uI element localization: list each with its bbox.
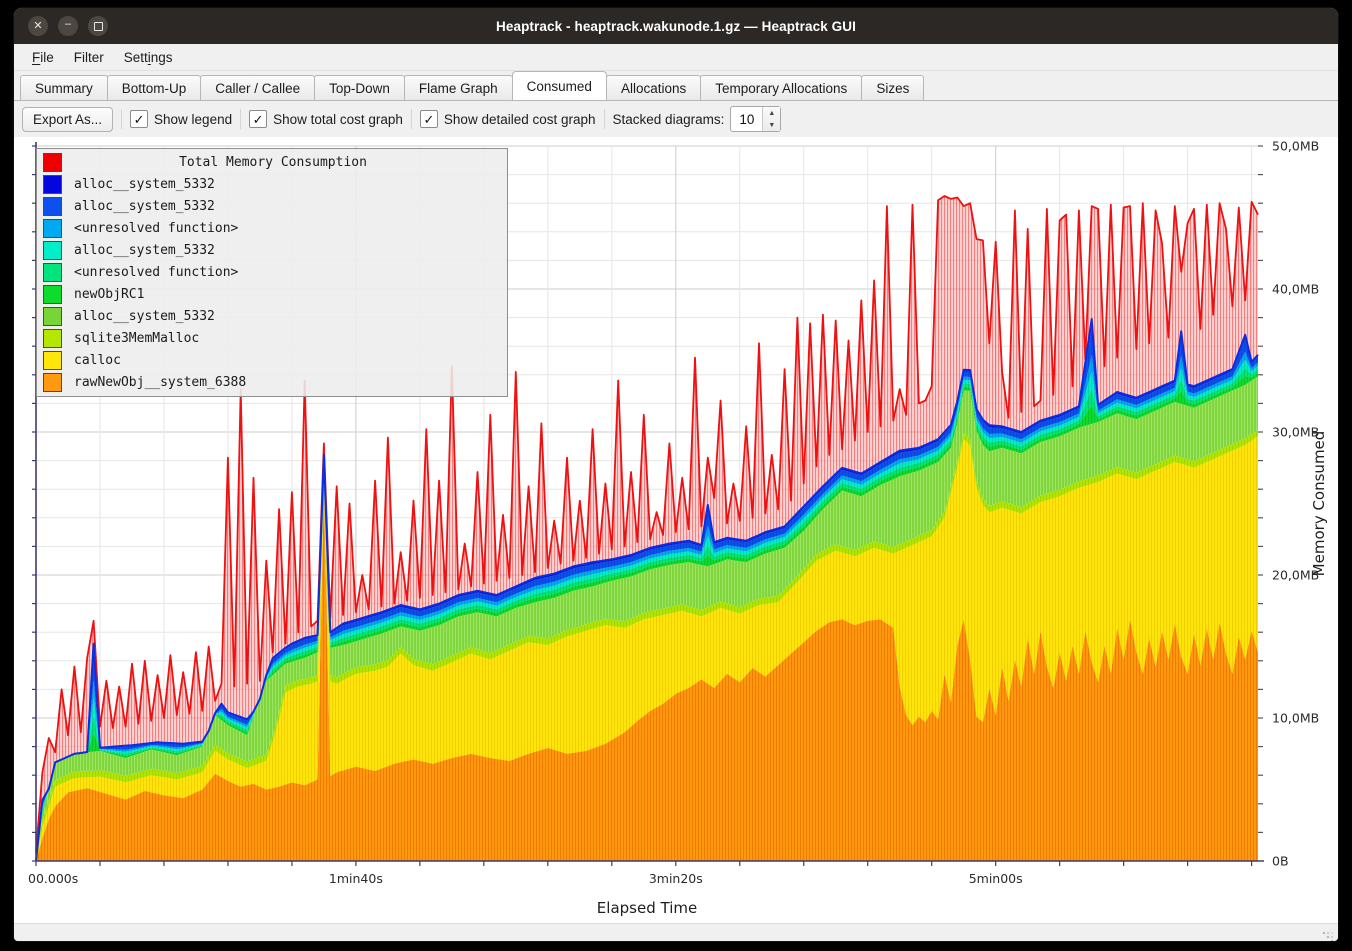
legend-label: <unresolved function> — [74, 265, 238, 280]
legend-item: <unresolved function> — [37, 261, 507, 283]
legend-item: alloc__system_5332 — [37, 239, 507, 261]
checkbox-checked-icon[interactable]: ✓ — [420, 110, 438, 128]
y-axis-title: Memory Consumed — [1310, 431, 1328, 577]
legend-title-row: Total Memory Consumption — [37, 151, 507, 173]
app-window: ✕ – Heaptrack - heaptrack.wakunode.1.gz … — [14, 8, 1338, 941]
legend-swatch-icon — [43, 219, 62, 238]
legend-label: rawNewObj__system_6388 — [74, 375, 246, 390]
minimize-glyph: – — [65, 19, 71, 30]
tab-bar: Summary Bottom-Up Caller / Callee Top-Do… — [14, 71, 1338, 101]
show-legend-checkbox[interactable]: ✓ Show legend — [130, 110, 232, 128]
show-legend-label: Show legend — [154, 112, 232, 127]
legend-label: newObjRC1 — [74, 287, 144, 302]
title-bar[interactable]: ✕ – Heaptrack - heaptrack.wakunode.1.gz … — [14, 8, 1338, 44]
legend-swatch-icon — [43, 351, 62, 370]
window-title: Heaptrack - heaptrack.wakunode.1.gz — He… — [14, 19, 1338, 34]
checkbox-checked-icon[interactable]: ✓ — [130, 110, 148, 128]
maximize-icon[interactable] — [88, 16, 108, 36]
status-bar — [14, 923, 1338, 941]
resize-grip-icon[interactable] — [1322, 931, 1334, 941]
legend-item: rawNewObj__system_6388 — [37, 371, 507, 393]
export-as-button[interactable]: Export As... — [22, 107, 113, 132]
spin-down-icon[interactable]: ▼ — [763, 119, 780, 131]
tab-top-down[interactable]: Top-Down — [314, 75, 405, 100]
legend-label: calloc — [74, 353, 121, 368]
y-tick-label: 0B — [1272, 854, 1289, 869]
tab-consumed[interactable]: Consumed — [512, 71, 607, 100]
legend-swatch-icon — [43, 263, 62, 282]
show-total-cost-checkbox[interactable]: ✓ Show total cost graph — [249, 110, 403, 128]
legend-swatch-icon — [43, 153, 62, 172]
legend-swatch-icon — [43, 329, 62, 348]
y-tick-label: 10,0MB — [1272, 711, 1319, 726]
legend-label: alloc__system_5332 — [74, 309, 215, 324]
tab-bottom-up[interactable]: Bottom-Up — [107, 75, 202, 100]
stacked-diagrams-value[interactable]: 10 — [731, 107, 762, 131]
legend-item: newObjRC1 — [37, 283, 507, 305]
legend-swatch-icon — [43, 197, 62, 216]
legend-label: alloc__system_5332 — [74, 243, 215, 258]
x-tick-label: 00.000s — [28, 871, 78, 886]
tab-summary[interactable]: Summary — [20, 75, 108, 100]
legend-swatch-icon — [43, 241, 62, 260]
legend-label: alloc__system_5332 — [74, 177, 215, 192]
show-detailed-cost-label: Show detailed cost graph — [444, 112, 596, 127]
minimize-icon[interactable]: – — [58, 16, 78, 36]
y-tick-label: 40,0MB — [1272, 282, 1319, 297]
legend-swatch-icon — [43, 285, 62, 304]
x-tick-label: 5min00s — [969, 871, 1023, 886]
memory-consumption-chart: 0B10,0MB20,0MB30,0MB40,0MB50,0MB00.000s1… — [14, 137, 1338, 923]
toolbar-separator — [411, 109, 412, 129]
legend-item: alloc__system_5332 — [37, 305, 507, 327]
tab-temporary-allocations[interactable]: Temporary Allocations — [700, 75, 862, 100]
tab-allocations[interactable]: Allocations — [606, 75, 701, 100]
stacked-diagrams-spinbox[interactable]: 10 ▲ ▼ — [730, 106, 781, 132]
x-axis-title: Elapsed Time — [597, 899, 697, 917]
toolbar-separator — [240, 109, 241, 129]
toolbar: Export As... ✓ Show legend ✓ Show total … — [14, 101, 1338, 137]
tab-flame-graph[interactable]: Flame Graph — [404, 75, 513, 100]
legend-label: Total Memory Consumption — [74, 155, 472, 170]
menu-settings[interactable]: Settings — [114, 48, 183, 67]
legend-label: alloc__system_5332 — [74, 199, 215, 214]
menu-bar: File Filter Settings — [14, 44, 1338, 71]
tab-caller-callee[interactable]: Caller / Callee — [200, 75, 315, 100]
chart-legend: Total Memory Consumption alloc__system_53… — [36, 148, 508, 397]
spin-buttons: ▲ ▼ — [762, 107, 780, 131]
legend-item: sqlite3MemMalloc — [37, 327, 507, 349]
legend-swatch-icon — [43, 373, 62, 392]
x-tick-label: 1min40s — [329, 871, 383, 886]
checkbox-checked-icon[interactable]: ✓ — [249, 110, 267, 128]
show-detailed-cost-checkbox[interactable]: ✓ Show detailed cost graph — [420, 110, 596, 128]
stacked-diagrams-label: Stacked diagrams: — [613, 112, 725, 127]
legend-swatch-icon — [43, 175, 62, 194]
legend-swatch-icon — [43, 307, 62, 326]
legend-item: alloc__system_5332 — [37, 195, 507, 217]
toolbar-separator — [604, 109, 605, 129]
spin-up-icon[interactable]: ▲ — [763, 107, 780, 119]
show-total-cost-label: Show total cost graph — [273, 112, 403, 127]
menu-file[interactable]: File — [22, 48, 64, 67]
x-tick-label: 3min20s — [649, 871, 703, 886]
y-tick-label: 50,0MB — [1272, 139, 1319, 154]
legend-label: <unresolved function> — [74, 221, 238, 236]
legend-item: calloc — [37, 349, 507, 371]
maximize-glyph — [94, 22, 103, 31]
legend-item: alloc__system_5332 — [37, 173, 507, 195]
stacked-diagrams-control: Stacked diagrams: 10 ▲ ▼ — [613, 106, 782, 132]
close-icon[interactable]: ✕ — [28, 16, 48, 36]
legend-label: sqlite3MemMalloc — [74, 331, 199, 346]
menu-filter[interactable]: Filter — [64, 48, 114, 67]
toolbar-separator — [121, 109, 122, 129]
legend-item: <unresolved function> — [37, 217, 507, 239]
tab-sizes[interactable]: Sizes — [861, 75, 924, 100]
